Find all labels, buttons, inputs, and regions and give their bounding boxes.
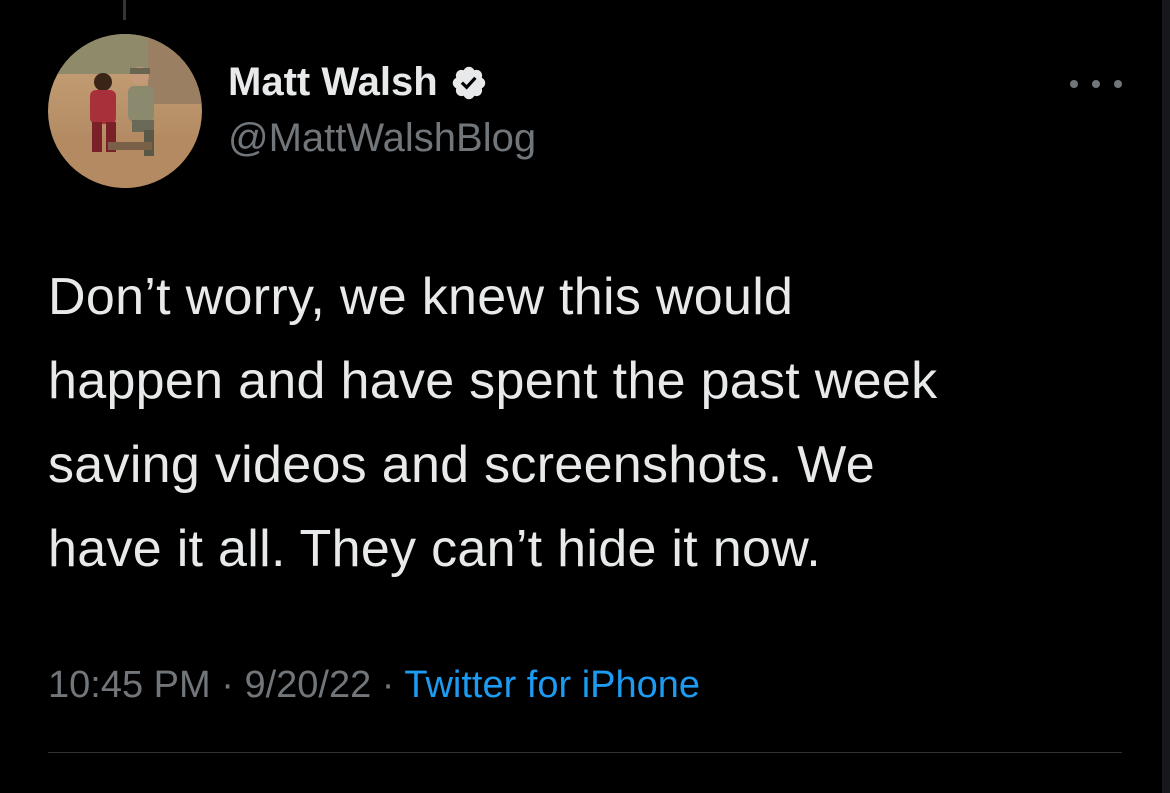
- tweet-date[interactable]: 9/20/22: [244, 664, 371, 706]
- more-dot: [1092, 80, 1100, 88]
- avatar-photo: [48, 34, 202, 188]
- tweet-time[interactable]: 10:45 PM: [48, 664, 211, 706]
- tweet-metadata: 10:45 PM · 9/20/22 · Twitter for iPhone: [48, 664, 700, 707]
- divider: [48, 752, 1122, 753]
- author-name-row[interactable]: Matt Walsh: [228, 60, 488, 105]
- more-dot: [1114, 80, 1122, 88]
- tweet-text: Don’t worry, we knew this would happen a…: [48, 255, 1138, 591]
- tweet-text-line: saving videos and screenshots. We: [48, 436, 875, 494]
- verified-badge-icon: [450, 64, 488, 102]
- tweet-text-line: have it all. They can’t hide it now.: [48, 520, 821, 578]
- tweet-text-line: Don’t worry, we knew this would: [48, 268, 794, 326]
- tweet-source-link[interactable]: Twitter for iPhone: [404, 664, 700, 706]
- more-options-icon[interactable]: [1070, 70, 1122, 98]
- thread-connector-line: [123, 0, 126, 20]
- meta-separator: ·: [221, 664, 234, 706]
- meta-separator: ·: [381, 664, 395, 706]
- more-dot: [1070, 80, 1078, 88]
- tweet-text-line: happen and have spent the past week: [48, 352, 938, 410]
- avatar[interactable]: [48, 34, 202, 188]
- scrollbar-track[interactable]: [1162, 0, 1170, 793]
- author-handle[interactable]: @MattWalshBlog: [228, 116, 536, 161]
- author-display-name[interactable]: Matt Walsh: [228, 60, 438, 105]
